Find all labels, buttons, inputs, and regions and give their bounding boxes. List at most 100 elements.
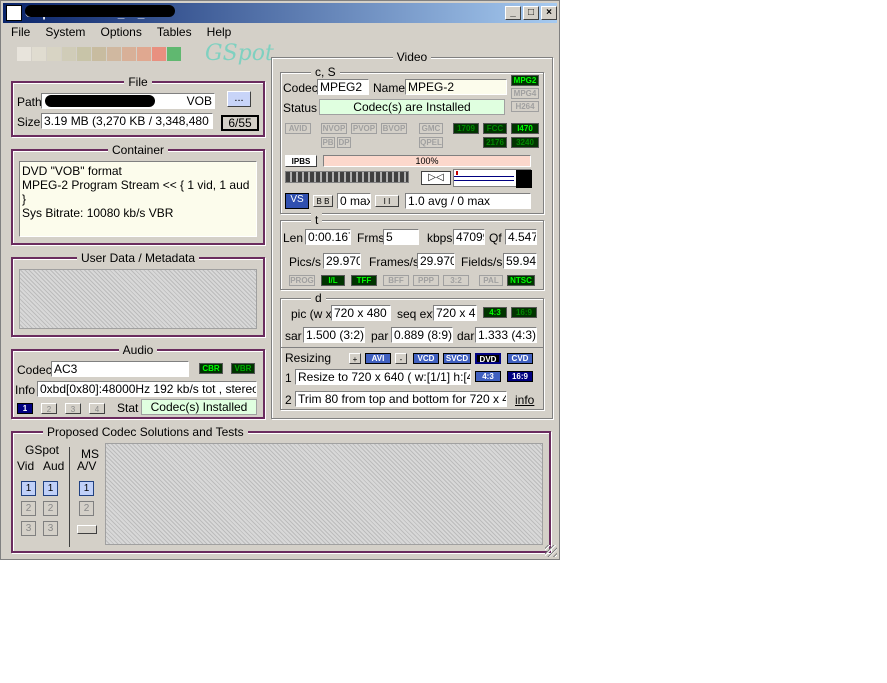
frms-field: 5 <box>383 229 419 245</box>
bvop-flag: BVOP <box>381 123 407 134</box>
color-banner <box>17 47 197 63</box>
user-data-box <box>19 269 257 329</box>
user-data-group-label: User Data / Metadata <box>76 251 200 265</box>
qf-field: 4.547 <box>505 229 537 245</box>
gspot-vid-3-button[interactable]: 3 <box>21 521 36 536</box>
fields-label: Fields/s <box>461 255 503 269</box>
resize-16-9-button[interactable]: 16:9 <box>507 371 533 382</box>
info-link[interactable]: info <box>515 393 534 407</box>
b-max-field: 0 max <box>337 193 371 209</box>
dar-field: 1.333 (4:3) <box>475 327 537 343</box>
seq-ext-field: 720 x 48 <box>433 305 477 321</box>
len-field: 0:00.167 <box>305 229 351 245</box>
ms-av-extra-button[interactable] <box>77 525 97 534</box>
video-status-field: Codec(s) are Installed <box>319 99 505 115</box>
flag-1709: 1709 <box>453 123 479 134</box>
frms-label: Frms <box>357 231 385 245</box>
audio-group-label: Audio <box>118 343 158 357</box>
bitrate-graph <box>453 169 532 188</box>
bff-tag: BFF <box>383 275 409 286</box>
dp-flag: DP <box>337 137 351 148</box>
size-field: 3.19 MB (3,270 KB / 3,348,480 byt <box>41 113 213 129</box>
pal-tag: PAL <box>479 275 503 286</box>
vid-column-label: Vid <box>17 459 35 473</box>
gspot-vid-1-button[interactable]: 1 <box>21 481 36 496</box>
resize-option-2-number: 2 <box>285 393 292 407</box>
resize-vcd-button[interactable]: VCD <box>413 353 439 364</box>
container-line: DVD "VOB" format <box>22 164 122 178</box>
t-label: t <box>311 213 323 227</box>
audio-stat-label: Stat <box>117 401 139 415</box>
ppp-tag: PPP <box>413 275 439 286</box>
resize-grip-icon[interactable] <box>545 545 557 557</box>
gspot-vid-2-button[interactable]: 2 <box>21 501 36 516</box>
ipbs-indicator: IPBS <box>285 155 317 167</box>
container-line: MPEG-2 Program Stream << { 1 vid, 1 aud … <box>22 178 250 206</box>
maximize-button[interactable]: □ <box>523 6 539 20</box>
ms-av-1-button[interactable]: 1 <box>79 481 94 496</box>
resize-plus-button[interactable]: + <box>349 353 361 364</box>
pulldown-tag: 3:2 <box>443 275 469 286</box>
menu-tables[interactable]: Tables <box>157 25 192 39</box>
audio-stream-3-button[interactable]: 3 <box>65 403 81 414</box>
menu-options[interactable]: Options <box>100 25 141 39</box>
audio-stream-1-button[interactable]: 1 <box>17 403 33 414</box>
container-group: Container DVD "VOB" format MPEG-2 Progra… <box>11 143 265 245</box>
path-redaction <box>45 95 155 107</box>
frames-label: Frames/s <box>369 255 420 269</box>
user-data-group: User Data / Metadata <box>11 251 265 337</box>
frame-strip <box>285 171 409 183</box>
seq-ext-label: seq ext <box>397 307 436 321</box>
len-label: Len <box>283 231 304 245</box>
gspot-aud-3-button[interactable]: 3 <box>43 521 58 536</box>
audio-stream-2-button[interactable]: 2 <box>41 403 57 414</box>
mpg4-tag: MPG4 <box>511 88 539 99</box>
close-button[interactable]: × <box>541 6 557 20</box>
audio-info-field: 0xbd[0x80]:48000Hz 192 kb/s tot , stereo… <box>37 381 257 397</box>
resize-avi-button[interactable]: AVI <box>365 353 391 364</box>
resize-4-3-button[interactable]: 4:3 <box>475 371 501 382</box>
minimize-button[interactable]: _ <box>505 6 521 20</box>
app-icon[interactable] <box>6 5 22 21</box>
size-label: Size <box>17 115 41 129</box>
fcc-flag: FCC <box>483 123 507 134</box>
video-group: Video c, S Codec MPEG2 Name MPEG-2 MPG2 … <box>271 50 553 419</box>
resize-option-1-number: 1 <box>285 371 292 385</box>
resize-dvd-button[interactable]: DVD <box>475 353 501 364</box>
gspot-logo: GSpot <box>205 41 274 66</box>
i470-flag: I470 <box>511 123 539 134</box>
sar-label: sar <box>285 329 302 343</box>
ms-av-2-button[interactable]: 2 <box>79 501 94 516</box>
ntsc-tag: NTSC <box>507 275 535 286</box>
resize-cvd-button[interactable]: CVD <box>507 353 533 364</box>
gspot-aud-1-button[interactable]: 1 <box>43 481 58 496</box>
percent-bar: 100% <box>323 155 531 167</box>
slider-handle-icon[interactable]: ▷◁ <box>421 171 451 185</box>
menu-file[interactable]: File <box>11 25 30 39</box>
audio-codec-label: Codec <box>17 363 52 377</box>
d-label: d <box>311 291 326 305</box>
resizing-label: Resizing <box>285 351 332 365</box>
resize-svcd-button[interactable]: SVCD <box>443 353 471 364</box>
resize-option-2-field: Trim 80 from top and bottom for 720 x 48… <box>295 391 507 407</box>
pics-label: Pics/s <box>289 255 322 269</box>
audio-stream-4-button[interactable]: 4 <box>89 403 105 414</box>
resize-minus-button[interactable]: - <box>395 353 407 364</box>
gspot-aud-2-button[interactable]: 2 <box>43 501 58 516</box>
av-column-label: A/V <box>77 459 97 473</box>
fields-field: 59.94 <box>503 253 537 269</box>
container-group-label: Container <box>107 143 169 157</box>
video-codec-field: MPEG2 <box>317 79 369 95</box>
gmc-flag: GMC <box>419 123 443 134</box>
audio-codec-field: AC3 <box>51 361 189 377</box>
bb-indicator: B B <box>313 195 333 207</box>
file-counter-button[interactable]: 6/55 <box>221 115 259 131</box>
par-label: par <box>371 329 389 343</box>
mpg2-tag: MPG2 <box>511 75 539 86</box>
browse-button[interactable]: ... <box>227 91 251 107</box>
menu-system[interactable]: System <box>45 25 85 39</box>
dar-label: dar <box>457 329 475 343</box>
nvop-flag: NVOP <box>321 123 347 134</box>
menu-help[interactable]: Help <box>207 25 232 39</box>
frames-field: 29.970 <box>417 253 455 269</box>
